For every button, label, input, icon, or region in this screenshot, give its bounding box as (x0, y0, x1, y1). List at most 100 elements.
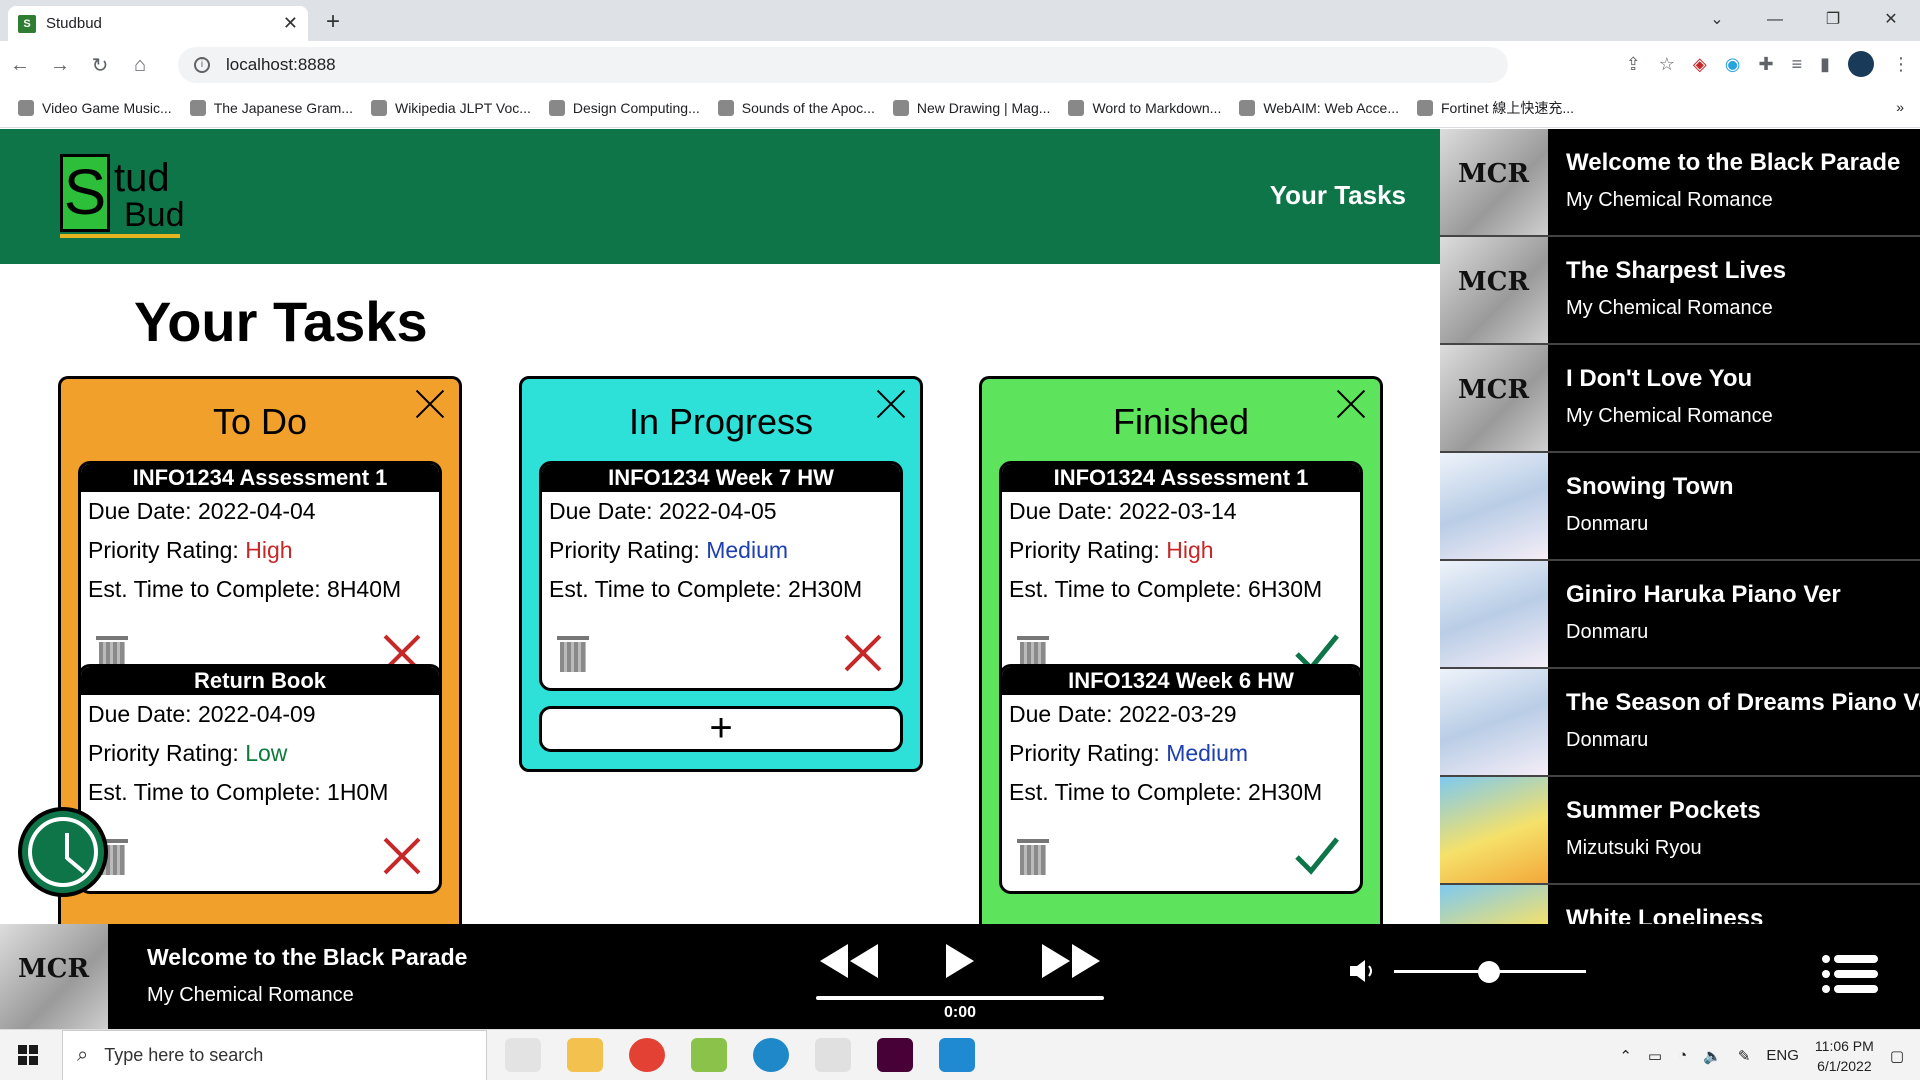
bookmark-item[interactable]: Sounds of the Apoc... (717, 100, 875, 116)
pen-icon[interactable]: ✎ (1738, 1047, 1751, 1065)
track-artist: Donmaru (1566, 621, 1649, 643)
bookmark-item[interactable]: New Drawing | Mag... (892, 100, 1050, 116)
bookmark-label: Design Computing... (572, 100, 700, 116)
notifications-icon[interactable]: ▢ (1890, 1047, 1904, 1065)
share-icon[interactable]: ⇪ (1626, 54, 1641, 75)
bookmark-item[interactable]: The Japanese Gram... (189, 100, 353, 116)
x-icon[interactable] (383, 837, 421, 875)
playlist-menu-icon[interactable] (1822, 954, 1878, 994)
side-panel-icon[interactable]: ▮ (1820, 54, 1830, 75)
extension-icons: ⇪ ☆ ◈ ◉ ✚ ≡ ▮ ⋮ (1626, 51, 1910, 77)
studbud-favicon-icon: S (18, 14, 36, 33)
battery-icon[interactable]: ▭ (1648, 1047, 1662, 1065)
priority-label: Priority Rating: (88, 740, 246, 766)
est-time-value: 2H30M (1248, 779, 1323, 805)
bookmark-item[interactable]: Word to Markdown... (1068, 100, 1221, 116)
playlist-track[interactable]: Giniro Haruka Piano Ver Donmaru (1440, 561, 1920, 669)
volume-icon[interactable] (1348, 958, 1378, 984)
close-column-icon[interactable] (1336, 389, 1366, 419)
url-bar[interactable]: i localhost:8888 (178, 47, 1508, 83)
app-diamond-icon[interactable] (691, 1038, 727, 1072)
task-card[interactable]: INFO1234 Assessment 1 Due Date: 2022-04-0… (78, 461, 442, 691)
rewind-icon[interactable] (818, 942, 880, 980)
task-name: INFO1234 Week 7 HW (542, 464, 900, 492)
trash-icon[interactable] (1017, 839, 1049, 875)
task-card[interactable]: INFO1324 Week 6 HW Due Date: 2022-03-29 Pr… (999, 664, 1363, 894)
est-time-label: Est. Time to Complete: (1009, 576, 1249, 602)
minimize-icon[interactable]: — (1746, 0, 1804, 41)
show-hidden-icons-icon[interactable]: ⌃ (1619, 1047, 1632, 1065)
browser-tab[interactable]: S Studbud ✕ (8, 6, 308, 41)
bookmark-star-icon[interactable]: ☆ (1659, 54, 1675, 75)
nav-your-tasks[interactable]: Your Tasks (1270, 180, 1406, 211)
track-progress-bar[interactable] (816, 996, 1104, 1000)
album-art (1440, 669, 1548, 775)
task-card[interactable]: INFO1234 Week 7 HW Due Date: 2022-04-05 Pr… (539, 461, 903, 691)
windows-start-icon[interactable] (18, 1045, 38, 1065)
reload-icon[interactable]: ↻ (80, 53, 120, 78)
check-icon[interactable] (1294, 835, 1340, 875)
profile-avatar[interactable] (1848, 51, 1874, 77)
home-icon[interactable]: ⌂ (120, 54, 160, 77)
track-title: The Season of Dreams Piano Ver (1566, 689, 1920, 716)
trash-icon[interactable] (557, 636, 589, 672)
tab-search-icon[interactable]: ⌄ (1688, 0, 1746, 41)
forward-icon[interactable]: → (40, 54, 80, 77)
fast-forward-icon[interactable] (1040, 942, 1102, 980)
playlist-track[interactable]: The Sharpest Lives My Chemical Romance (1440, 237, 1920, 345)
playlist-track[interactable]: White Loneliness (1440, 885, 1920, 924)
timer-clock-button[interactable] (18, 807, 108, 897)
file-explorer-icon[interactable] (567, 1038, 603, 1072)
column-todo: To Do INFO1234 Assessment 1 Due Date: 2022… (58, 376, 462, 936)
task-card[interactable]: INFO1324 Assessment 1 Due Date: 2022-03-1… (999, 461, 1363, 691)
back-icon[interactable]: ← (0, 54, 40, 77)
studbud-logo[interactable]: S tud Bud (60, 154, 185, 239)
maximize-icon[interactable]: ❐ (1804, 0, 1862, 41)
adobe-xd-icon[interactable] (877, 1038, 913, 1072)
track-artist: Mizutsuki Ryou (1566, 837, 1702, 859)
bookmark-item[interactable]: Fortinet 線上快速充... (1417, 98, 1574, 118)
due-date-value: 2022-03-29 (1118, 701, 1237, 727)
vscode-icon[interactable] (939, 1038, 975, 1072)
browser-menu-icon[interactable]: ⋮ (1892, 54, 1910, 75)
playlist-track[interactable]: Welcome to the Black Parade My Chemical R… (1440, 129, 1920, 237)
play-icon[interactable] (944, 942, 976, 980)
close-column-icon[interactable] (876, 389, 906, 419)
extension-blue-icon[interactable]: ◉ (1725, 54, 1741, 75)
extensions-puzzle-icon[interactable]: ✚ (1758, 54, 1773, 75)
extension-shield-icon[interactable]: ◈ (1693, 54, 1707, 75)
playlist-track[interactable]: I Don't Love You My Chemical Romance (1440, 345, 1920, 453)
slack-icon[interactable] (815, 1038, 851, 1072)
track-title: Summer Pockets (1566, 797, 1761, 824)
bookmark-item[interactable]: WebAIM: Web Acce... (1239, 100, 1399, 116)
playlist-track[interactable]: Summer Pockets Mizutsuki Ryou (1440, 777, 1920, 885)
playlist-track[interactable]: Snowing Town Donmaru (1440, 453, 1920, 561)
bookmark-item[interactable]: Wikipedia JLPT Voc... (370, 100, 531, 116)
more-bookmarks-icon[interactable]: » (1896, 99, 1904, 115)
taskbar-apps (505, 1038, 975, 1072)
due-date-label: Due Date: (1009, 498, 1119, 524)
system-clock[interactable]: 11:06 PM 6/1/2022 (1815, 1036, 1874, 1076)
chrome-icon[interactable] (629, 1038, 665, 1072)
x-icon[interactable] (844, 634, 882, 672)
bookmark-item[interactable]: Video Game Music... (18, 100, 172, 116)
volume-slider-knob[interactable] (1478, 961, 1500, 983)
language-indicator[interactable]: ENG (1766, 1047, 1799, 1064)
close-column-icon[interactable] (415, 389, 445, 419)
media-control-icon[interactable]: ≡ (1792, 54, 1803, 75)
playlist-track[interactable]: The Season of Dreams Piano Ver Donmaru (1440, 669, 1920, 777)
new-tab-icon[interactable]: + (326, 8, 340, 36)
task-view-icon[interactable] (505, 1038, 541, 1072)
close-tab-icon[interactable]: ✕ (283, 13, 298, 34)
site-info-icon[interactable]: i (194, 57, 210, 73)
edge-icon[interactable] (753, 1038, 789, 1072)
est-time-line: Est. Time to Complete: 2H30M (542, 570, 900, 609)
task-name: INFO1324 Week 6 HW (1002, 667, 1360, 695)
volume-tray-icon[interactable]: 🔈 (1703, 1047, 1722, 1065)
network-icon[interactable]: ◔ (1678, 1047, 1687, 1064)
add-task-button[interactable]: + (539, 706, 903, 752)
bookmark-item[interactable]: Design Computing... (548, 100, 700, 116)
taskbar-search-box[interactable]: ⌕ Type here to search (62, 1030, 487, 1080)
close-window-icon[interactable]: ✕ (1862, 0, 1920, 41)
task-card[interactable]: Return Book Due Date: 2022-04-09 Priority … (78, 664, 442, 894)
